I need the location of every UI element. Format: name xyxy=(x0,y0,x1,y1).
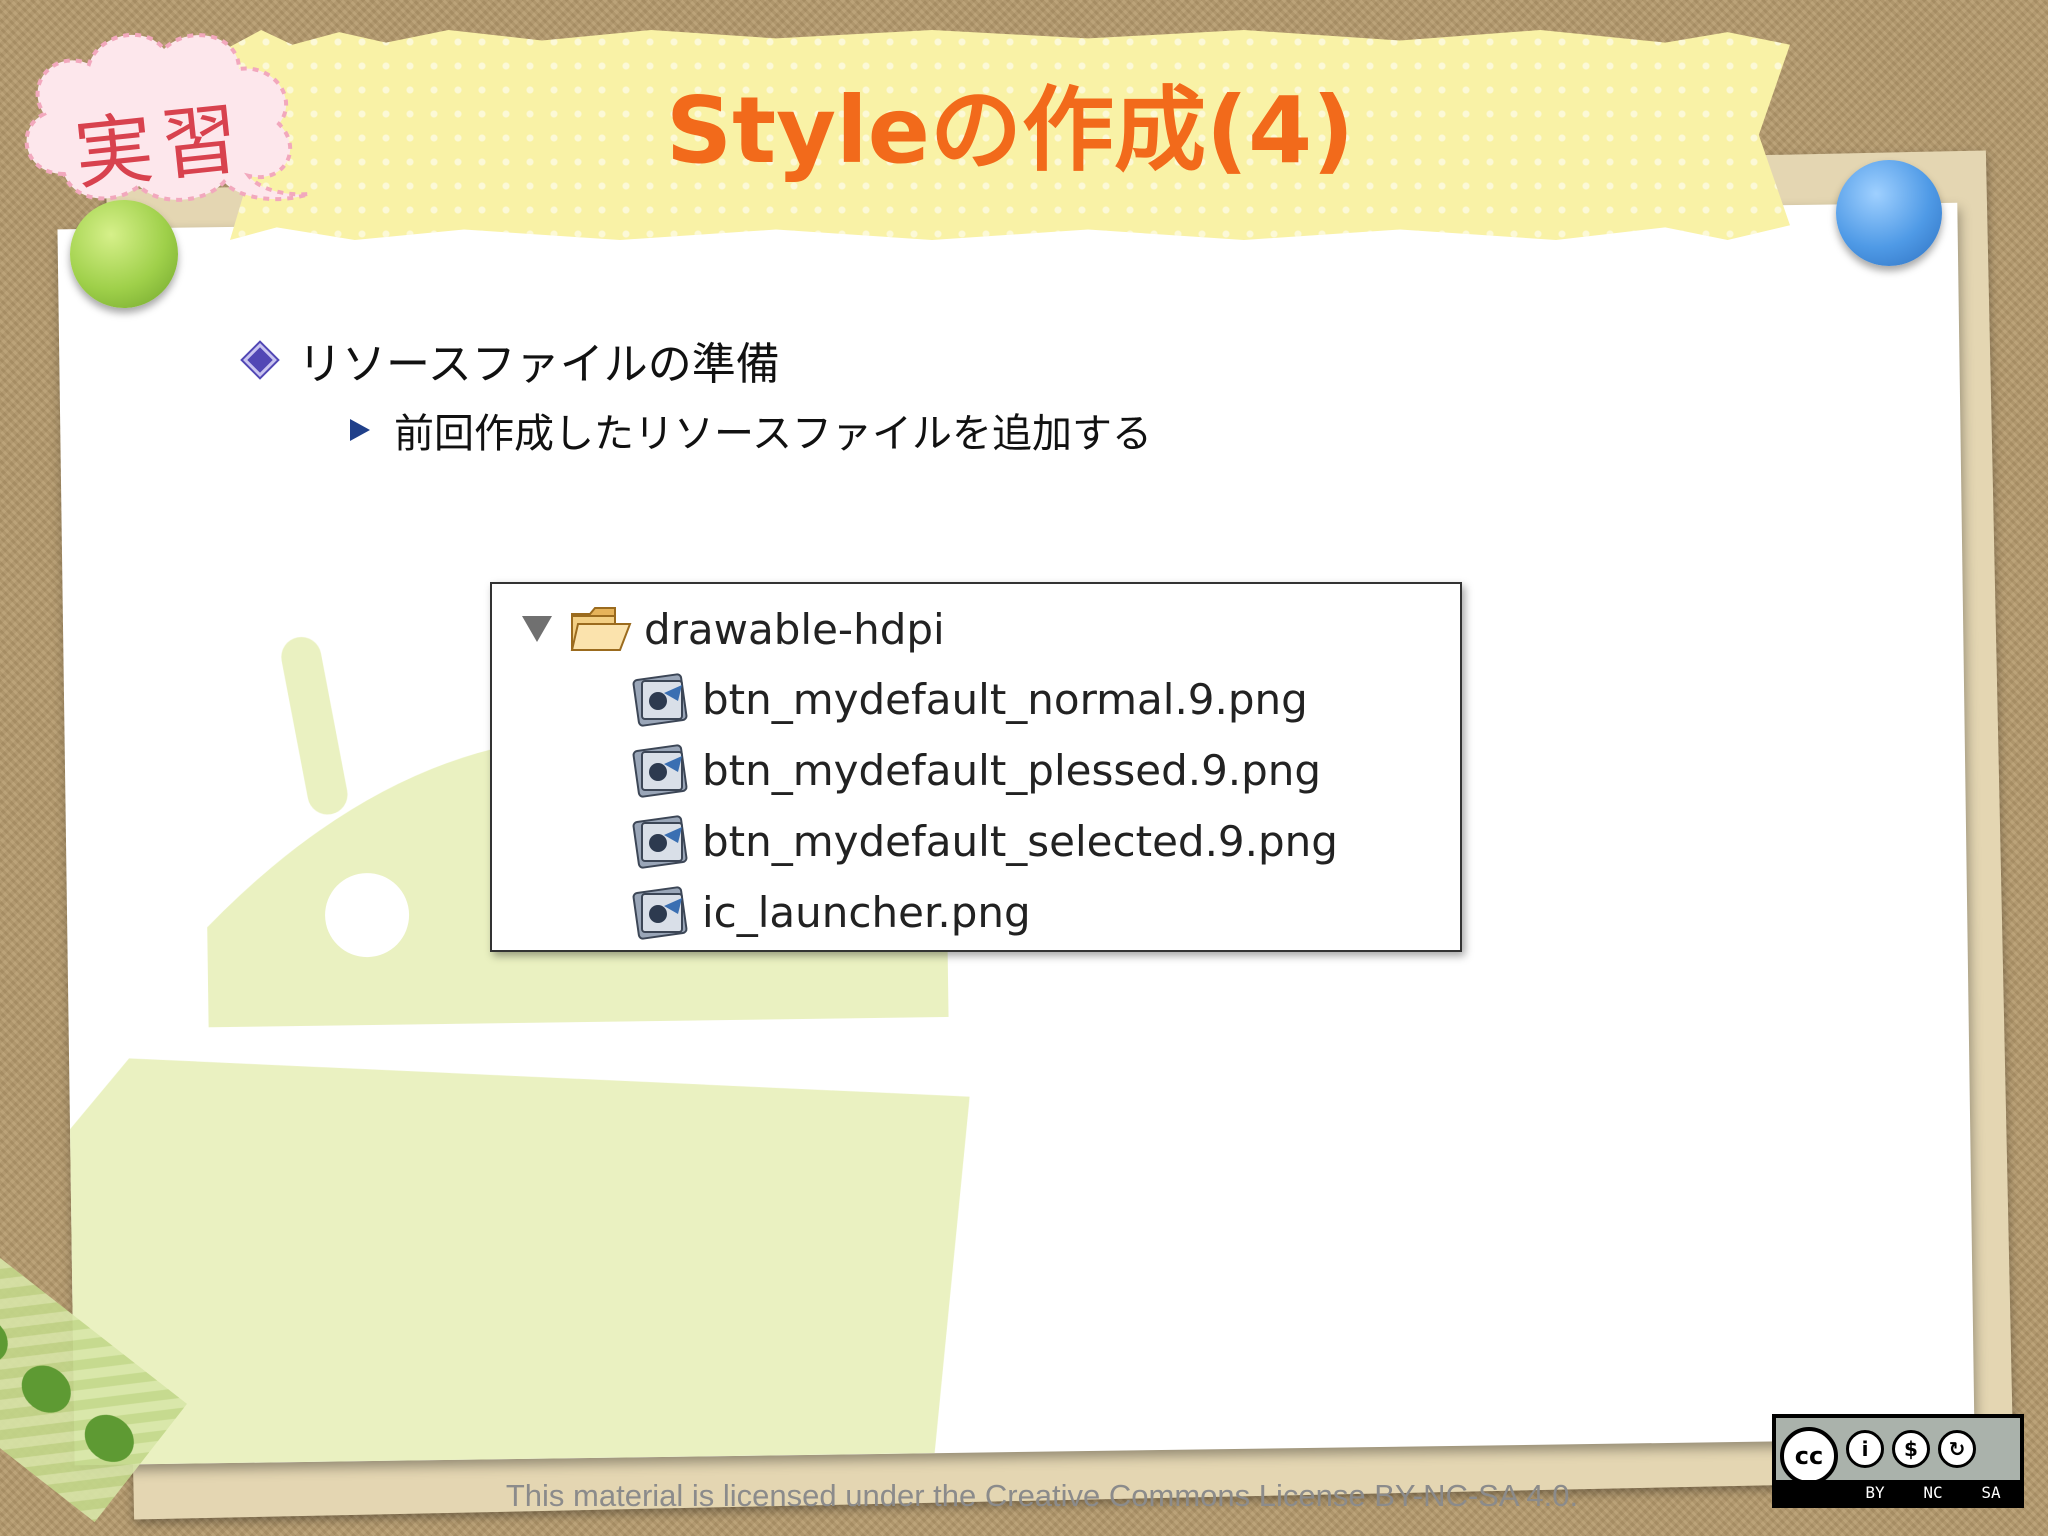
practice-badge-label: 実習 xyxy=(70,93,252,202)
triangle-bullet-icon xyxy=(350,419,370,441)
noncommercial-icon: $ xyxy=(1892,1430,1930,1468)
diamond-bullet-icon xyxy=(243,343,277,377)
image-file-icon xyxy=(632,886,688,940)
tree-file-row[interactable]: btn_mydefault_plessed.9.png xyxy=(632,740,1321,800)
green-pushpin xyxy=(70,200,178,308)
file-name: ic_launcher.png xyxy=(702,887,1031,937)
practice-badge: 実習 xyxy=(14,24,314,214)
cc-label-nc: NC xyxy=(1923,1482,1943,1502)
page-title: Styleの作成(4) xyxy=(665,77,1355,184)
sharealike-icon: ↻ xyxy=(1938,1430,1976,1468)
file-name: btn_mydefault_normal.9.png xyxy=(702,674,1308,724)
image-file-icon xyxy=(632,815,688,869)
cc-badge-labels: BY NC SA xyxy=(1776,1480,2020,1504)
cc-license-badge[interactable]: cc i $ ↻ BY NC SA xyxy=(1772,1414,2024,1508)
attribution-icon: i xyxy=(1846,1430,1884,1468)
blue-pushpin xyxy=(1836,160,1942,266)
license-notice: This material is licensed under the Crea… xyxy=(505,1478,1579,1513)
bullet-level2: 前回作成したリソースファイルを追加する xyxy=(350,400,1152,460)
file-name: btn_mydefault_plessed.9.png xyxy=(702,745,1322,795)
cc-label-sa: SA xyxy=(1981,1482,2001,1502)
file-name: btn_mydefault_selected.9.png xyxy=(702,816,1338,866)
folder-name: drawable-hdpi xyxy=(644,604,945,654)
bullet-text: リソースファイルの準備 xyxy=(298,339,780,390)
image-file-icon xyxy=(632,673,688,727)
cc-badge-icons: cc i $ ↻ xyxy=(1776,1418,2020,1485)
file-tree-screenshot: drawable-hdpi btn_mydefault_normal.9.png… xyxy=(490,582,1462,952)
folder-icon xyxy=(570,607,632,651)
image-file-icon xyxy=(632,744,688,798)
tree-folder-row[interactable]: drawable-hdpi xyxy=(522,599,945,659)
tree-file-row[interactable]: btn_mydefault_selected.9.png xyxy=(632,811,1338,871)
sub-bullet-text: 前回作成したリソースファイルを追加する xyxy=(394,411,1152,457)
disclosure-triangle-icon[interactable] xyxy=(522,616,552,642)
tree-file-row[interactable]: ic_launcher.png xyxy=(632,882,1031,942)
tree-file-row[interactable]: btn_mydefault_normal.9.png xyxy=(632,669,1308,729)
bullet-level1: リソースファイルの準備 xyxy=(240,330,780,390)
cc-label-by: BY xyxy=(1865,1482,1885,1502)
cc-icon: cc xyxy=(1780,1427,1838,1485)
